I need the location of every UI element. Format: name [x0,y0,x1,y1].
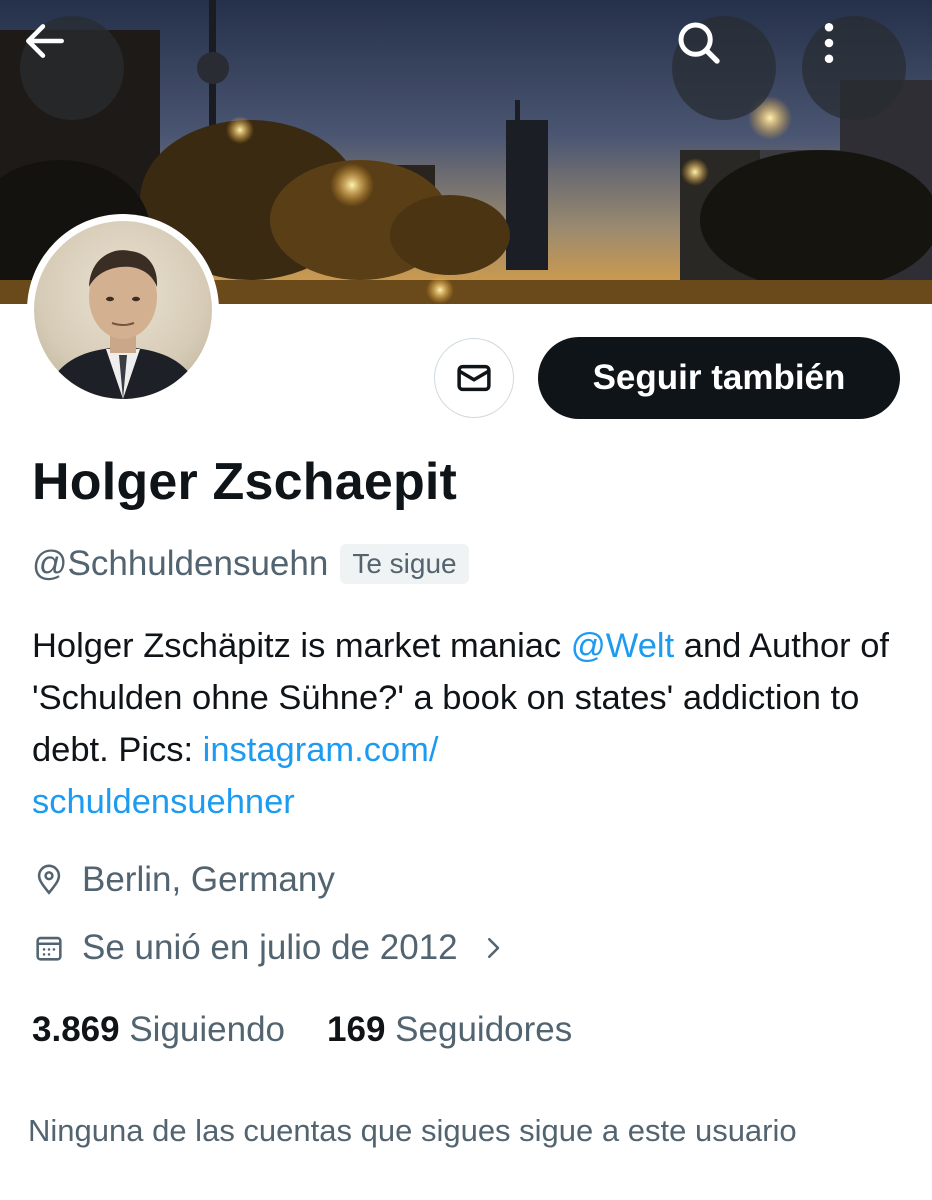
arrow-left-icon [26,24,64,58]
back-button[interactable] [20,16,124,120]
chevron-right-icon [487,938,499,958]
follows-you-badge: Te sigue [340,544,469,584]
followers-count: 169 [327,1010,386,1049]
location-text: Berlin, Germany [82,860,335,899]
joined-text: Se unió en julio de 2012 [82,928,458,967]
avatar-photo [34,221,212,399]
following-stat[interactable]: 3.869 Siguiendo [32,1010,285,1050]
profile-name: Holger Zschaepit [32,453,458,511]
bio-text: Holger Zschäpitz is market maniac [32,627,571,665]
location-pin-icon [37,864,61,895]
search-button[interactable] [672,16,776,120]
calendar-icon [36,936,62,961]
profile-handle: @Schhuldensuehn [32,544,329,583]
handle-row: @Schhuldensuehn Te sigue [32,544,469,584]
following-count: 3.869 [32,1010,120,1049]
follow-back-button[interactable]: Seguir también [538,337,900,419]
profile-avatar[interactable] [27,214,219,406]
more-options-button[interactable] [802,16,906,120]
mutual-followers-note: Ninguna de las cuentas que sigues sigue … [28,1113,797,1148]
more-vertical-icon [824,22,834,64]
message-button[interactable] [434,338,514,418]
following-label: Siguiendo [129,1010,286,1049]
joined-row[interactable]: Se unió en julio de 2012 [32,928,508,968]
follow-stats: 3.869 Siguiendo 169 Seguidores [32,1010,572,1050]
profile-bio: Holger Zschäpitz is market maniac @Welt … [32,620,912,828]
followers-label: Seguidores [395,1010,573,1049]
search-icon [678,22,720,64]
location-row: Berlin, Germany [32,860,335,900]
mention-link[interactable]: @Welt [571,627,674,665]
followers-stat[interactable]: 169 Seguidores [327,1010,572,1050]
envelope-icon [457,364,491,392]
